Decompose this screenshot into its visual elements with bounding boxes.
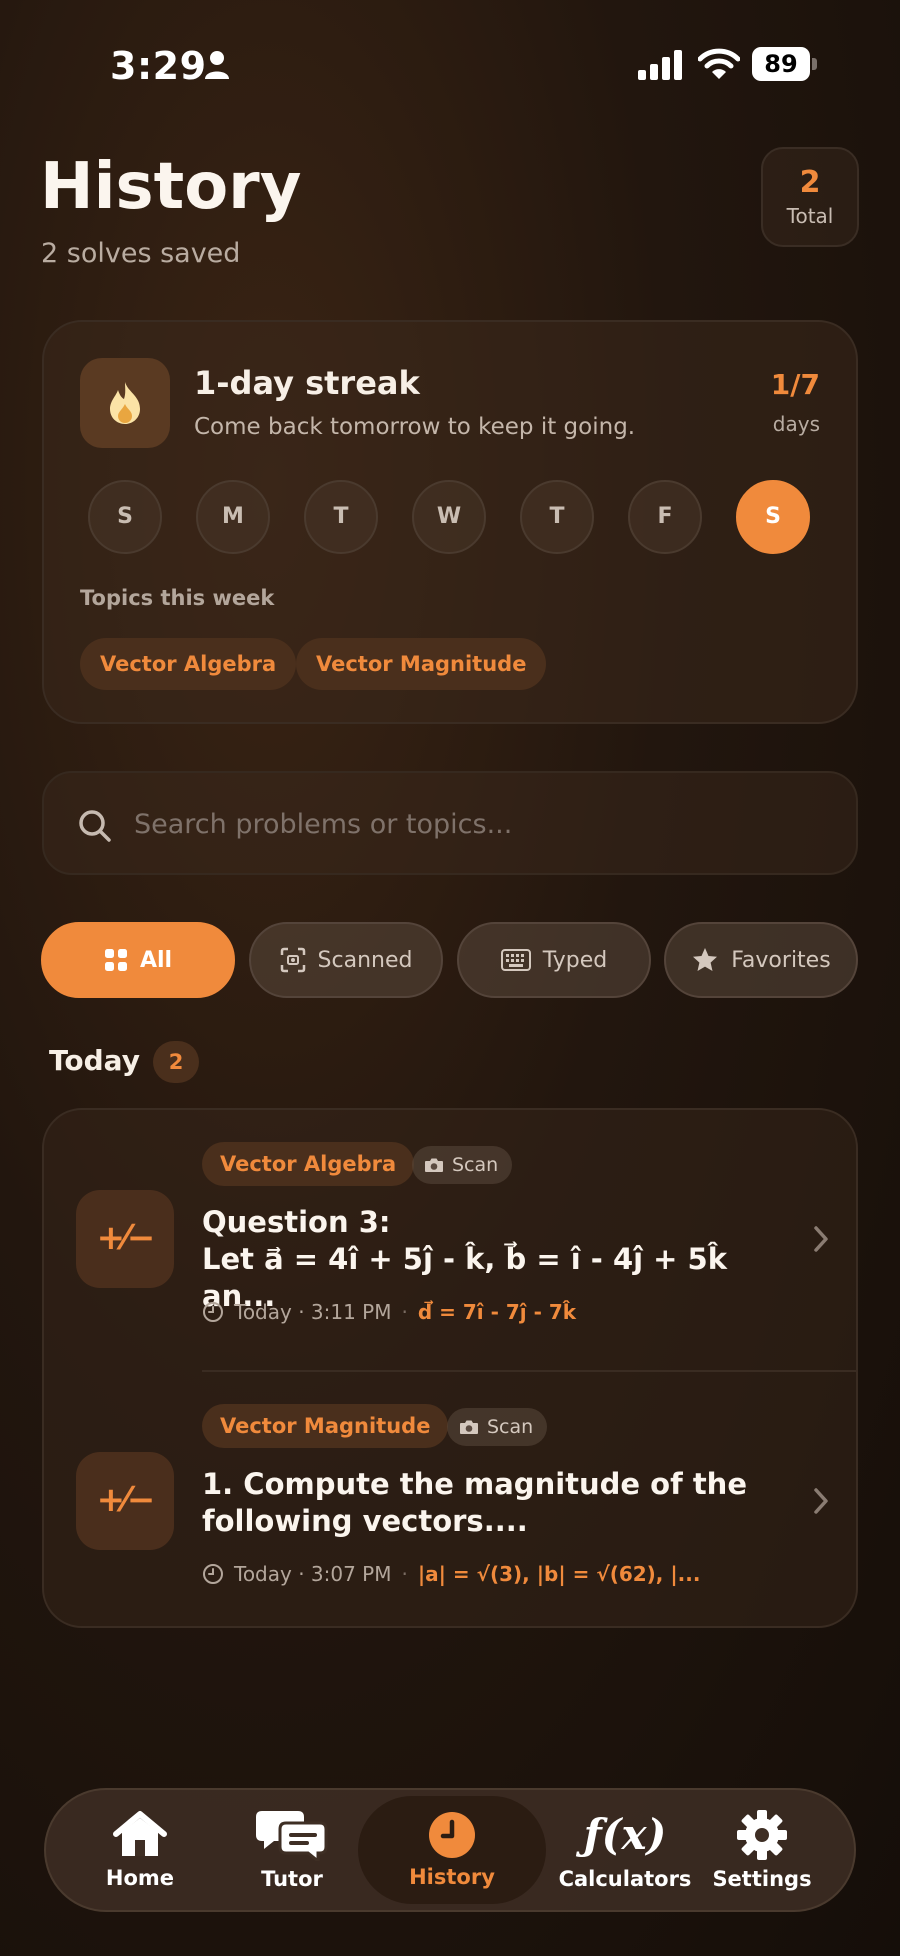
clock-icon: [429, 1812, 475, 1858]
tab-label: Home: [105, 1866, 175, 1890]
function-icon: ƒ(x): [583, 1810, 667, 1859]
clock-icon: [203, 1302, 223, 1322]
history-item[interactable]: +⁄− Vector Magnitude Scan 1. Compute the…: [44, 1372, 856, 1626]
streak-count: 1/7: [770, 368, 820, 401]
history-item[interactable]: +⁄− Vector Algebra Scan Question 3: Let …: [44, 1110, 856, 1372]
total-counter: 2 Total: [761, 147, 859, 247]
filter-all-button[interactable]: All: [41, 922, 235, 998]
item-answer: d⃗ = 7î - 7ĵ - 7k̂: [417, 1300, 577, 1324]
wifi-icon: [698, 48, 740, 79]
streak-message: Come back tomorrow to keep it going.: [194, 414, 636, 440]
tab-label: Settings: [712, 1867, 812, 1891]
item-meta: Today · 3:07 PM · |a| = √(3), |b| = √(62…: [202, 1562, 700, 1586]
meta-separator: ·: [401, 1300, 408, 1324]
chevron-right-icon: [814, 1488, 828, 1514]
battery-indicator: 89: [752, 47, 818, 81]
scan-icon: [280, 947, 305, 973]
status-bar: 3:29 89: [0, 0, 900, 130]
person-icon: [205, 51, 229, 79]
clock-icon: [203, 1564, 223, 1584]
filter-label: Scanned: [317, 947, 413, 973]
keyboard-icon: [500, 949, 531, 971]
star-icon: [693, 948, 718, 971]
tab-label: Calculators: [558, 1867, 692, 1891]
status-time: 3:29: [110, 44, 207, 88]
math-topic-icon: +⁄−: [76, 1190, 174, 1288]
item-meta: Today · 3:11 PM · d⃗ = 7î - 7ĵ - 7k̂: [202, 1300, 576, 1324]
topics-label: Topics this week: [80, 586, 275, 610]
total-count: 2: [799, 165, 821, 200]
page-subtitle: 2 solves saved: [41, 238, 241, 269]
item-time: Today · 3:07 PM: [234, 1562, 392, 1586]
tab-tutor[interactable]: Tutor: [242, 1790, 342, 1910]
item-answer: |a| = √(3), |b| = √(62), |...: [417, 1562, 701, 1586]
total-label: Total: [786, 204, 834, 228]
topic-tag: Vector Algebra: [202, 1142, 415, 1186]
weekday-thursday: T: [520, 480, 594, 554]
search-icon: [79, 810, 111, 842]
home-icon: [113, 1811, 167, 1856]
battery-tip: [812, 58, 817, 70]
math-topic-icon: +⁄−: [76, 1452, 174, 1550]
weekday-saturday: S: [736, 480, 810, 554]
gear-icon: [737, 1810, 787, 1860]
camera-icon: [425, 1158, 443, 1172]
tab-label: History: [409, 1865, 495, 1889]
weekday-sunday: S: [88, 480, 162, 554]
grid-icon: [104, 949, 127, 971]
problem-title: 1. Compute the magnitude of the followin…: [202, 1467, 747, 1538]
flame-icon: [110, 382, 140, 424]
tab-calculators[interactable]: ƒ(x) Calculators: [540, 1790, 710, 1910]
source-label: Scan: [487, 1416, 534, 1438]
topic-tag: Vector Magnitude: [202, 1404, 449, 1448]
topic-chip[interactable]: Vector Algebra: [80, 638, 297, 690]
chevron-right-icon: [814, 1226, 828, 1252]
meta-separator: ·: [401, 1562, 408, 1586]
weekday-wednesday: W: [412, 480, 486, 554]
battery-level: 89: [752, 47, 810, 81]
search-bar[interactable]: [42, 771, 858, 875]
cellular-signal-icon: [638, 50, 682, 80]
section-title: Today: [49, 1044, 140, 1077]
tab-bar: Home Tutor History ƒ(x) Calculators Sett…: [44, 1788, 856, 1912]
topic-chip[interactable]: Vector Magnitude: [296, 638, 547, 690]
tab-history[interactable]: History: [358, 1796, 546, 1904]
tab-label: Tutor: [261, 1867, 323, 1891]
source-tag: Scan: [447, 1408, 548, 1446]
filter-label: Typed: [542, 947, 608, 973]
chat-icon: [256, 1811, 328, 1861]
history-list: +⁄− Vector Algebra Scan Question 3: Let …: [42, 1108, 858, 1628]
filter-label: All: [139, 947, 173, 973]
streak-title: 1-day streak: [194, 364, 420, 402]
streak-unit: days: [772, 412, 820, 436]
page-title: History: [40, 150, 302, 224]
tab-home[interactable]: Home: [90, 1790, 190, 1910]
camera-icon: [460, 1420, 478, 1434]
streak-card: 1-day streak Come back tomorrow to keep …: [42, 320, 858, 724]
source-label: Scan: [452, 1154, 499, 1176]
source-tag: Scan: [412, 1146, 513, 1184]
section-count-badge: 2: [153, 1041, 199, 1083]
weekday-tuesday: T: [304, 480, 378, 554]
item-time: Today · 3:11 PM: [234, 1300, 392, 1324]
tab-settings[interactable]: Settings: [702, 1790, 822, 1910]
search-input[interactable]: [134, 799, 824, 849]
weekday-friday: F: [628, 480, 702, 554]
problem-title: Question 3: Let a⃗ = 4î + 5ĵ - k̂, b⃗ = …: [202, 1205, 728, 1313]
filter-scanned-button[interactable]: Scanned: [249, 922, 443, 998]
weekday-monday: M: [196, 480, 270, 554]
filter-label: Favorites: [731, 947, 831, 973]
filter-typed-button[interactable]: Typed: [457, 922, 651, 998]
filter-favorites-button[interactable]: Favorites: [664, 922, 858, 998]
flame-badge: [80, 358, 170, 448]
